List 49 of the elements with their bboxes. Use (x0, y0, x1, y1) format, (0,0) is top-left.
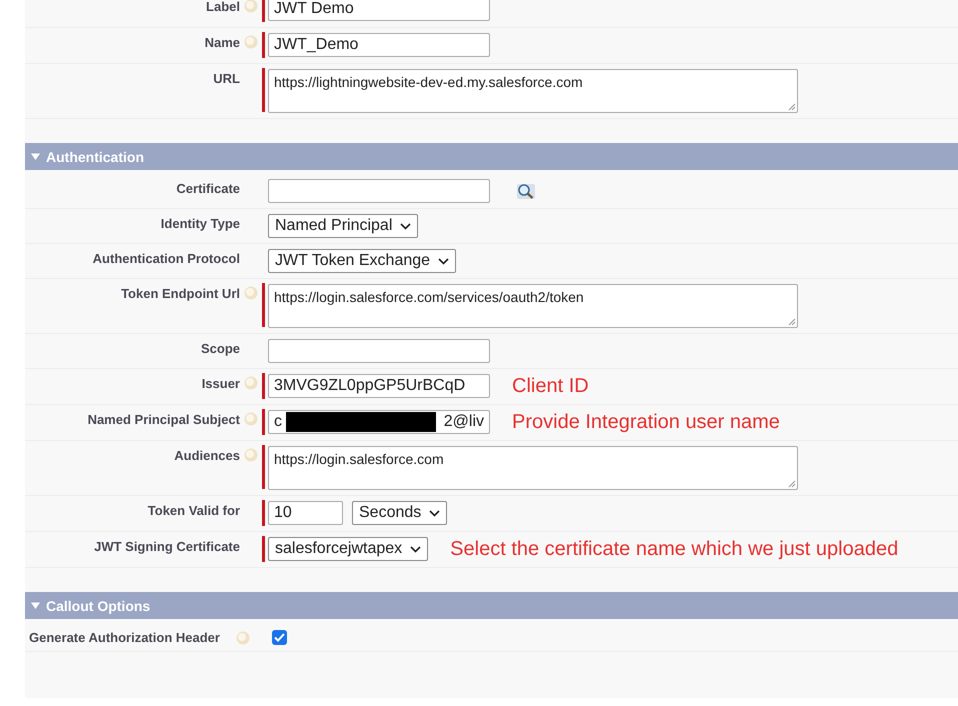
field-label: Authentication Protocol (92, 250, 240, 266)
annotation-text: Select the certificate name which we just uploaded (450, 538, 898, 560)
search-icon[interactable] (515, 181, 537, 201)
text-field[interactable] (268, 179, 490, 203)
dropdown[interactable]: JWT Token Exchange (268, 249, 456, 273)
help-icon[interactable] (236, 631, 250, 645)
chevron-icon (410, 546, 422, 552)
dropdown[interactable]: salesforcejwtapex (268, 537, 428, 561)
field-label: Audiences (173, 447, 240, 463)
field-label: JWT Signing Certificate (93, 538, 240, 554)
resize-grip-icon[interactable] (788, 318, 796, 326)
dropdown[interactable]: Seconds (352, 501, 448, 525)
text-area[interactable]: https://login.salesforce.com (268, 446, 798, 490)
help-icon[interactable] (244, 376, 258, 390)
field-label: Token Endpoint Url (120, 285, 240, 301)
field-label: Name (204, 34, 240, 50)
help-icon[interactable] (244, 412, 258, 426)
field-label: URL (212, 70, 240, 86)
chevron-icon (429, 510, 440, 516)
text-field[interactable] (268, 339, 490, 363)
field-label: Scope (200, 340, 240, 356)
text-field[interactable]: c 2@liv (268, 410, 490, 434)
help-icon[interactable] (244, 286, 258, 300)
text-field[interactable]: 3MVG9ZL0ppGP5UrBCqD (268, 374, 490, 398)
resize-grip-icon[interactable] (788, 480, 796, 488)
field-label: Certificate (175, 180, 240, 196)
text-area[interactable]: https://login.salesforce.com/services/oauth2/token (268, 284, 798, 328)
field-label: Named Principal Subject (86, 411, 240, 427)
field-label: Token Valid for (146, 502, 240, 518)
field-label: Label (205, 0, 240, 14)
help-icon[interactable] (244, 0, 258, 13)
text-area[interactable]: https://lightningwebsite-dev-ed.my.salesforce.com (268, 69, 798, 113)
annotation-text: Client ID (512, 374, 589, 398)
field-value: 2@liv (444, 413, 484, 431)
resize-grip-icon[interactable] (788, 103, 796, 111)
text-field[interactable]: JWT_Demo (268, 33, 490, 57)
checkbox[interactable] (272, 630, 287, 644)
help-icon[interactable] (244, 35, 258, 49)
dropdown[interactable]: Named Principal (268, 214, 418, 238)
field-label: Generate Authorization Header (29, 630, 220, 644)
help-icon[interactable] (244, 448, 258, 462)
chevron-icon (400, 222, 412, 230)
number-field[interactable]: 10 (268, 501, 343, 525)
field-label: Issuer (200, 375, 240, 391)
text-field[interactable]: JWT Demo (268, 0, 490, 21)
field-label: Identity Type (160, 215, 240, 231)
annotation-text: Provide Integration user name (512, 410, 780, 434)
chevron-icon (438, 258, 450, 264)
field-value: c (274, 413, 282, 431)
